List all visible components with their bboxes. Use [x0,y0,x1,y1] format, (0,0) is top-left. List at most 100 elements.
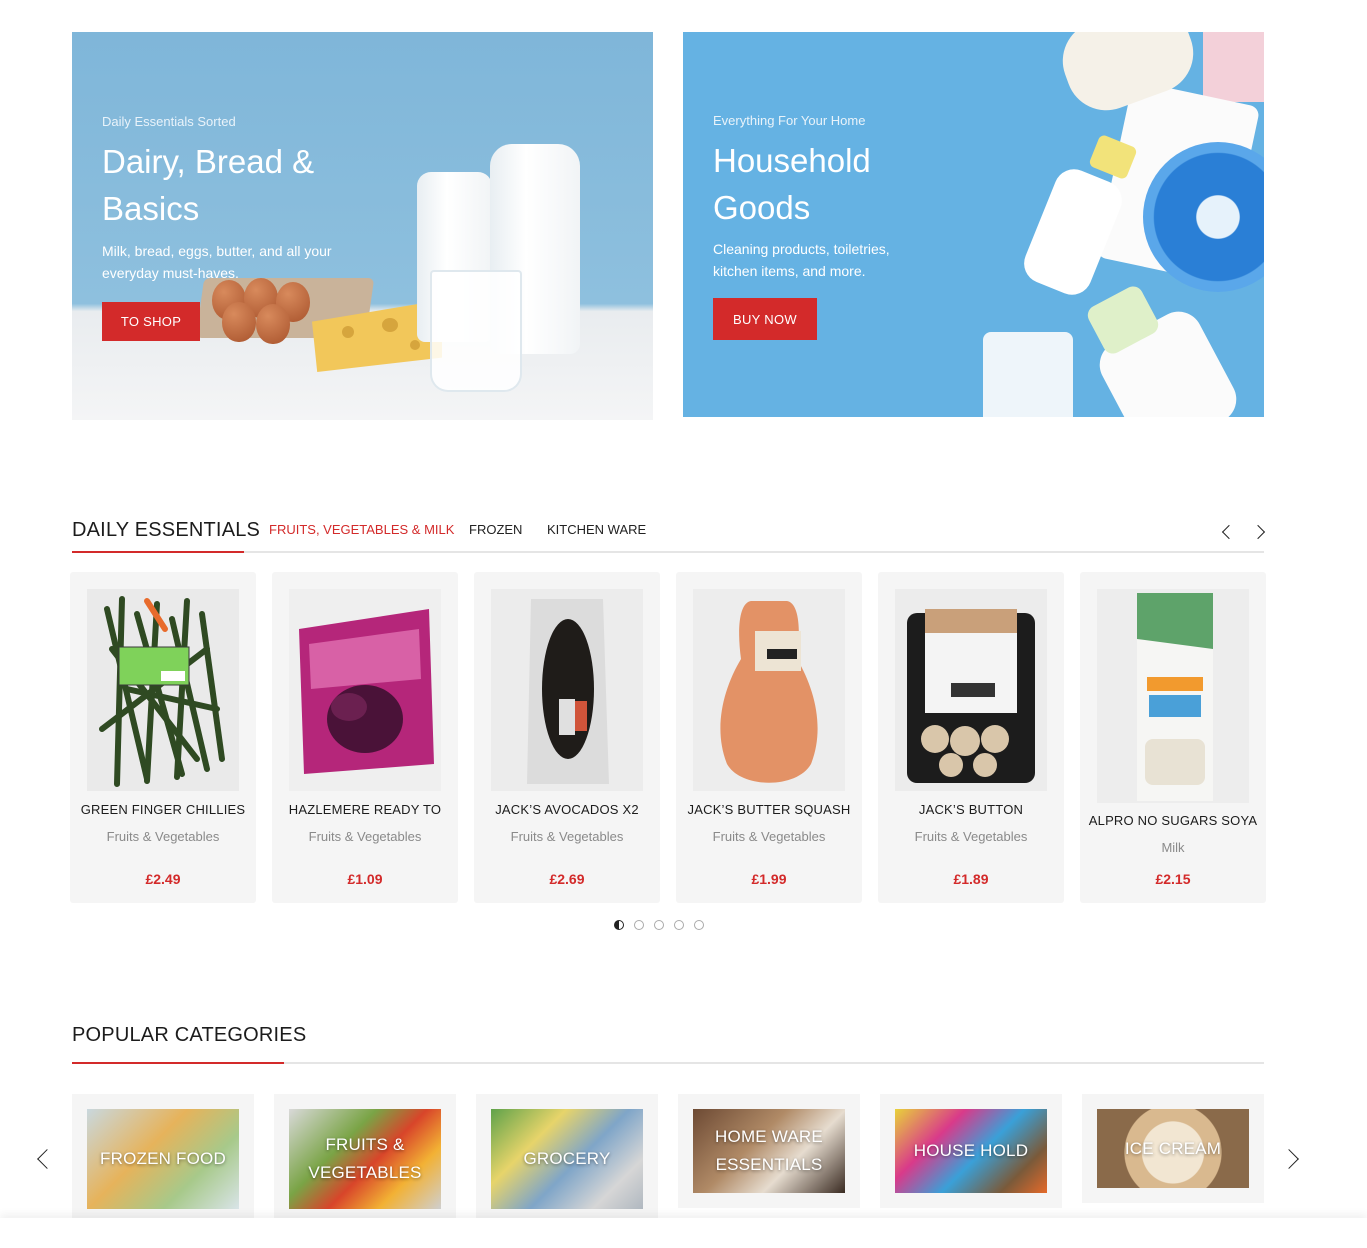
product-card[interactable]: HAZLEMERE READY TO Fruits & Vegetables £… [272,572,458,903]
category-image[interactable]: FRUITS & VEGETABLES [289,1109,441,1209]
category-label-line: FRUITS & [325,1135,405,1154]
product-category: Fruits & Vegetables [712,829,826,844]
product-category: Fruits & Vegetables [510,829,624,844]
daily-essentials-header: DAILY ESSENTIALS FRUITS, VEGETABLES & MI… [72,510,1266,553]
banner-eyebrow: Daily Essentials Sorted [102,114,236,129]
chevron-right-icon [1250,524,1266,540]
banner-description: Cleaning products, toiletries, kitchen i… [713,238,890,282]
section-title: DAILY ESSENTIALS [72,519,261,541]
category-image[interactable]: ICE CREAM [1097,1109,1249,1188]
product-name[interactable]: HAZLEMERE READY TO [272,802,458,817]
banner-title: Dairy, Bread & Basics [102,138,314,232]
banner-title-line: Dairy, Bread & [102,143,315,180]
chevron-left-icon [37,1149,57,1169]
product-image[interactable] [87,589,239,791]
pagination-dot[interactable] [634,920,644,930]
category-label-line: ESSENTIALS [715,1155,823,1174]
banner-title-line: Basics [102,190,200,227]
product-image[interactable] [289,589,441,791]
egg-art [222,302,256,342]
product-card[interactable]: GREEN FINGER CHILLIES Fruits & Vegetable… [70,572,256,903]
pagination-dot[interactable] [694,920,704,930]
category-card-grocery[interactable]: GROCERY [476,1094,658,1218]
popular-categories-header: POPULAR CATEGORIES [72,1016,1264,1064]
category-card-house-hold[interactable]: HOUSE HOLD [880,1094,1062,1208]
product-category: Fruits & Vegetables [914,829,1028,844]
category-label-line: HOME WARE [715,1127,823,1146]
banner-eyebrow: Everything For Your Home [713,113,866,128]
category-card-ice-cream[interactable]: ICE CREAM [1082,1094,1264,1203]
category-card-frozen-food[interactable]: FROZEN FOOD [72,1094,254,1218]
product-card[interactable]: JACK’S AVOCADOS X2 Fruits & Vegetables £… [474,572,660,903]
product-price: £1.09 [347,871,383,887]
category-card-fruits-vegetables[interactable]: FRUITS & VEGETABLES [274,1094,456,1218]
category-label: GROCERY [523,1145,610,1173]
egg-art [256,304,290,344]
carousel-pagination [614,920,704,930]
product-card[interactable]: ALPRO NO SUGARS SOYA Milk £2.15 [1080,572,1266,903]
promo-banner-household[interactable]: Everything For Your Home Household Goods… [683,32,1264,417]
product-price: £2.15 [1155,871,1191,887]
category-label-line: VEGETABLES [308,1163,422,1182]
page-bottom-edge [0,1218,1367,1248]
category-label: ICE CREAM [1125,1135,1221,1163]
category-card-home-ware-essentials[interactable]: HOME WARE ESSENTIALS [678,1094,860,1208]
product-name[interactable]: JACK’S BUTTON [878,802,1064,817]
category-label-line: FROZEN FOOD [100,1149,226,1168]
pagination-dot[interactable] [654,920,664,930]
prev-arrow[interactable] [1218,521,1240,543]
categories-prev-arrow[interactable] [34,1146,60,1172]
category-label: FRUITS & VEGETABLES [308,1131,421,1187]
product-card[interactable]: JACK’S BUTTER SQUASH Fruits & Vegetables… [676,572,862,903]
cup-art [983,332,1073,417]
pagination-dot[interactable] [614,920,624,930]
tab-fruits-vegetables-milk[interactable]: FRUITS, VEGETABLES & MILK [269,522,454,537]
banner-title-line: Goods [713,189,811,226]
category-label-line: ICE CREAM [1124,1138,1222,1158]
product-image[interactable] [1097,589,1249,803]
promo-banner-dairy[interactable]: Daily Essentials Sorted Dairy, Bread & B… [72,32,653,420]
banner-description-line: kitchen items, and more. [713,263,866,279]
chevron-right-icon [1279,1149,1299,1169]
product-image[interactable] [491,589,643,791]
product-name[interactable]: JACK’S BUTTER SQUASH [676,802,862,817]
category-label-line: GROCERY [523,1149,611,1168]
product-price: £2.69 [549,871,585,887]
banner-description-line: everyday must-haves. [102,265,239,281]
tab-frozen[interactable]: FROZEN [469,522,522,537]
product-price: £1.99 [751,871,787,887]
category-image[interactable]: GROCERY [491,1109,643,1209]
banner-description-line: Milk, bread, eggs, butter, and all your [102,243,332,259]
category-image[interactable]: HOME WARE ESSENTIALS [693,1109,845,1193]
pagination-dot[interactable] [674,920,684,930]
product-card[interactable]: JACK’S BUTTON Fruits & Vegetables £1.89 [878,572,1064,903]
product-category: Milk [1161,840,1185,855]
chevron-left-icon [1221,524,1237,540]
product-category: Fruits & Vegetables [308,829,422,844]
pink-bottle-art [1203,32,1264,102]
product-name[interactable]: GREEN FINGER CHILLIES [70,802,256,817]
banner-description: Milk, bread, eggs, butter, and all your … [102,240,332,284]
to-shop-button[interactable]: TO SHOP [102,302,200,341]
tab-kitchen-ware[interactable]: KITCHEN WARE [547,522,646,537]
buy-now-button[interactable]: BUY NOW [713,298,817,340]
product-name[interactable]: JACK’S AVOCADOS X2 [474,802,660,817]
milk-glass-art [430,270,522,392]
product-image[interactable] [895,589,1047,791]
product-price: £2.49 [145,871,181,887]
section-title: POPULAR CATEGORIES [72,1024,307,1046]
product-price: £1.89 [953,871,989,887]
product-category: Fruits & Vegetables [106,829,220,844]
category-label: HOUSE HOLD [914,1137,1028,1165]
title-underline [72,551,244,553]
banner-title: Household Goods [713,137,871,231]
banner-title-line: Household [713,142,871,179]
category-label-line: HOUSE HOLD [913,1141,1029,1160]
product-name[interactable]: ALPRO NO SUGARS SOYA [1080,813,1266,828]
category-image[interactable]: HOUSE HOLD [895,1109,1047,1193]
categories-next-arrow[interactable] [1276,1146,1302,1172]
product-image[interactable] [693,589,845,791]
next-arrow[interactable] [1247,521,1269,543]
category-image[interactable]: FROZEN FOOD [87,1109,239,1209]
category-label: HOME WARE ESSENTIALS [715,1123,823,1179]
